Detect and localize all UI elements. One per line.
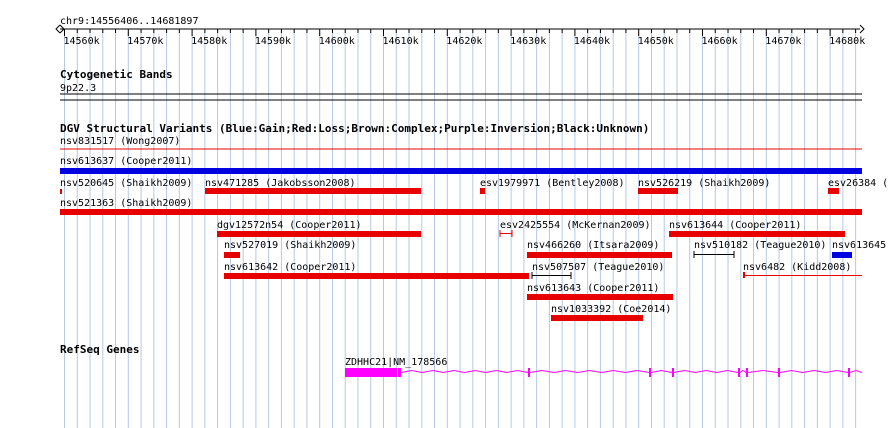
ruler-tick-label: 14640k [574,36,610,47]
variant-label: nsv520645 (Shaikh2009) [60,178,192,189]
gene-utr-block [345,368,397,377]
ruler-track[interactable]: chr9:14556406..14681897 14560k 14570k 1458… [55,16,866,47]
variant-label: dgv12572n54 (Cooper2011) [217,220,362,231]
variant-label: nsv471285 (Jakobsson2008) [205,178,356,189]
ruler-tick-label: 14600k [319,36,355,47]
gene-exon [398,368,401,377]
variant-nsv613637[interactable] [60,168,862,174]
gene-ZDHHC21[interactable] [345,368,863,377]
variant-label: nsv527019 (Shaikh2009) [224,240,356,251]
variant-label: nsv521363 (Shaikh2009) [60,198,192,209]
dgv-track[interactable]: DGV Structural Variants (Blue:Gain;Red:L… [60,122,888,321]
ruler-tick-label: 14660k [702,36,738,47]
variant-label: nsv613642 (Cooper2011) [224,262,356,273]
gene-intron-line [400,369,863,373]
cytoband-label: 9p22.3 [60,83,96,94]
variant-nsv521363[interactable] [60,209,862,215]
ruler-tick-label: 14580k [191,36,227,47]
variant-label: nsv613644 (Cooper2011) [669,220,801,231]
ruler-tick-label: 14570k [127,36,163,47]
gene-exon [746,368,748,377]
variant-nsv613644[interactable] [669,231,845,237]
variant-nsv471285[interactable] [205,188,421,194]
variant-label: esv2425554 (McKernan2009) [500,220,651,231]
variant-dgv12572n54[interactable] [217,231,421,237]
ruler-tick-label: 14610k [383,36,419,47]
ruler-tick-labels: 14560k 14570k 14580k 14590k 14600k 14610k 1462… [64,36,866,47]
variant-label: nsv466260 (Itsara2009) [527,240,659,251]
ruler-tick-label: 14650k [638,36,674,47]
variant-label: nsv526219 (Shaikh2009) [638,178,770,189]
ruler-coordinates: chr9:14556406..14681897 [60,16,198,27]
gene-label: ZDHHC21|NM_178566 [345,357,447,368]
ruler-tick-label: 14670k [765,36,801,47]
variant-label: nsv6482 (Kidd2008) [743,262,851,273]
variant-nsv1033392[interactable] [551,315,643,321]
ruler-tick-label: 14630k [510,36,546,47]
variant-label: nsv613643 (Cooper2011) [527,283,659,294]
variant-nsv520645[interactable] [60,189,62,194]
variant-esv26384[interactable] [828,188,839,194]
cytoband-track[interactable]: Cytogenetic Bands 9p22.3 [60,68,862,101]
variant-nsv6482-start [743,272,745,278]
variant-label: nsv613645 [832,240,886,251]
variant-label: nsv613637 (Cooper2011) [60,156,192,167]
variant-label: nsv1033392 (Coe2014) [551,304,671,315]
cytoband-track-title: Cytogenetic Bands [60,68,173,81]
gene-exon [649,368,651,377]
refseq-track[interactable]: RefSeq Genes ZDHHC21|NM_178566 [60,343,863,377]
variant-nsv613642[interactable] [224,273,529,279]
ruler-tick-label: 14560k [64,36,100,47]
variant-nsv507507[interactable] [531,272,572,279]
variant-label: esv26384 ( [828,178,888,189]
ruler-tick-label: 14620k [446,36,482,47]
refseq-track-title: RefSeq Genes [60,343,139,356]
variant-esv2425554[interactable] [499,230,513,237]
variant-esv1979971[interactable] [480,188,485,194]
variant-label: esv1979971 (Bentley2008) [480,178,625,189]
gene-exon [848,368,850,377]
variant-label: nsv507507 (Teague2010) [532,262,664,273]
variant-nsv527019[interactable] [224,252,240,258]
dgv-track-title: DGV Structural Variants (Blue:Gain;Red:L… [60,122,649,135]
ruler-tick-label: 14590k [255,36,291,47]
variant-nsv613643[interactable] [527,294,673,300]
ruler-tick-label: 14680k [829,36,865,47]
variant-label: nsv510182 (Teague2010) [694,240,826,251]
genome-browser-panel[interactable]: chr9:14556406..14681897 14560k 14570k 1458… [0,0,890,428]
variant-nsv526219[interactable] [638,188,678,194]
variant-nsv466260[interactable] [527,252,672,258]
gene-exon [672,368,674,377]
gene-exon [778,368,780,377]
gene-exon [528,368,530,377]
gene-exon [738,368,740,377]
variant-nsv613645[interactable] [832,252,852,258]
variant-label: nsv831517 (Wong2007) [60,136,180,147]
ruler-right-arrow [859,24,865,34]
